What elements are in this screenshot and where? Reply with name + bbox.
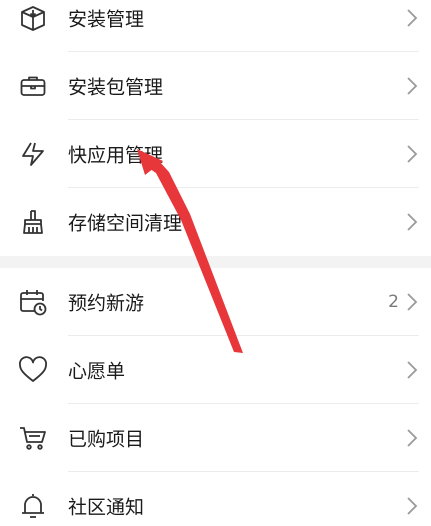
chevron-right-icon bbox=[407, 77, 418, 95]
chevron-right-icon bbox=[407, 361, 418, 379]
install-box-icon bbox=[18, 3, 48, 33]
management-group: 安装管理 安装包管理 快应用管理 存储空间清理 bbox=[0, 0, 431, 256]
menu-item-wishlist[interactable]: 心愿单 bbox=[0, 336, 431, 404]
heart-icon bbox=[18, 355, 48, 385]
personal-group: 预约新游 2 心愿单 已购项目 社区通知 bbox=[0, 268, 431, 526]
menu-item-label: 社区通知 bbox=[68, 496, 145, 519]
reservation-count: 2 bbox=[388, 292, 399, 312]
menu-item-install-management[interactable]: 安装管理 bbox=[0, 0, 431, 52]
menu-item-label: 心愿单 bbox=[68, 360, 126, 383]
chevron-right-icon bbox=[407, 293, 418, 311]
app-menu-screen: 安装管理 安装包管理 快应用管理 存储空间清理 预约新游 2 心愿单 已购项目 … bbox=[0, 0, 431, 519]
calendar-clock-icon bbox=[18, 287, 48, 317]
lightning-icon bbox=[18, 139, 48, 169]
chevron-right-icon bbox=[407, 9, 418, 27]
cart-icon bbox=[18, 423, 48, 453]
menu-item-community-notifications[interactable]: 社区通知 bbox=[0, 472, 431, 526]
menu-item-label: 存储空间清理 bbox=[68, 212, 183, 235]
chevron-right-icon bbox=[407, 497, 418, 515]
menu-item-label: 快应用管理 bbox=[68, 144, 164, 167]
briefcase-icon bbox=[18, 71, 48, 101]
menu-item-purchased[interactable]: 已购项目 bbox=[0, 404, 431, 472]
chevron-right-icon bbox=[407, 213, 418, 231]
chevron-right-icon bbox=[407, 145, 418, 163]
menu-item-label: 安装管理 bbox=[68, 8, 145, 31]
menu-item-label: 安装包管理 bbox=[68, 76, 164, 99]
chevron-right-icon bbox=[407, 429, 418, 447]
menu-item-package-management[interactable]: 安装包管理 bbox=[0, 52, 431, 120]
menu-item-reserve-new-games[interactable]: 预约新游 2 bbox=[0, 268, 431, 336]
menu-item-quickapp-management[interactable]: 快应用管理 bbox=[0, 120, 431, 188]
menu-item-label: 预约新游 bbox=[68, 292, 145, 315]
broom-icon bbox=[18, 207, 48, 237]
menu-item-storage-cleanup[interactable]: 存储空间清理 bbox=[0, 188, 431, 256]
section-separator bbox=[0, 256, 431, 268]
menu-item-label: 已购项目 bbox=[68, 428, 145, 451]
bell-icon bbox=[18, 491, 48, 521]
